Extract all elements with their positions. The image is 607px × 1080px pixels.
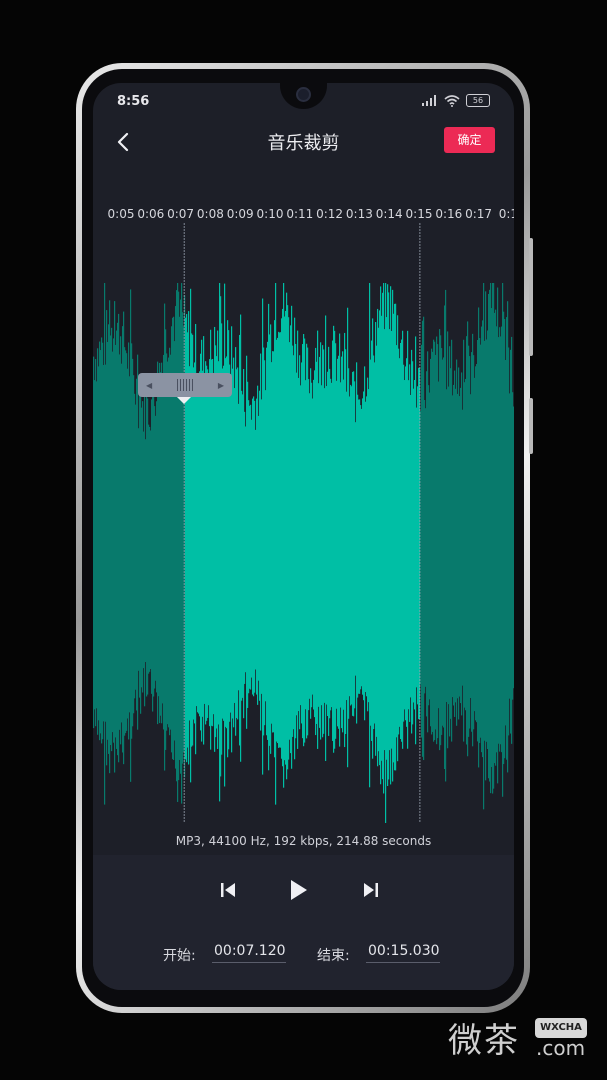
- playback-panel: 开始: 00:07.120 结束: 00:15.030: [93, 855, 514, 990]
- play-button[interactable]: [283, 875, 313, 905]
- timeline-tick: 0:12: [316, 207, 344, 221]
- status-icons: 56: [422, 94, 490, 107]
- battery-icon: 56: [466, 94, 490, 107]
- skip-next-icon: [364, 883, 378, 897]
- start-time-label: 开始:: [163, 948, 196, 964]
- status-time: 8:56: [117, 94, 150, 109]
- play-icon: [291, 880, 307, 900]
- waveform-bar: [513, 406, 514, 689]
- front-camera: [296, 87, 311, 102]
- timeline-tick: 0:05: [107, 207, 135, 221]
- timeline-tick: 0:07: [167, 207, 195, 221]
- watermark-suffix: .com: [536, 1036, 586, 1060]
- timeline-tick: 0:1: [498, 207, 514, 221]
- skip-previous-icon: [221, 883, 235, 897]
- timeline-tick: 0:13: [345, 207, 373, 221]
- app-screen: 8:56 56 音乐裁剪 确定 0:05 0:06 0:07 0:08 0:09…: [93, 83, 514, 990]
- confirm-button[interactable]: 确定: [444, 127, 495, 153]
- next-button[interactable]: [356, 875, 386, 905]
- nav-bar: 音乐裁剪 确定: [93, 123, 514, 163]
- timeline-tick: 0:16: [435, 207, 463, 221]
- waveform[interactable]: [93, 223, 514, 823]
- timeline-tick: 0:06: [137, 207, 165, 221]
- timeline-tick: 0:08: [196, 207, 224, 221]
- start-trim-handle[interactable]: ◀ ▶: [138, 373, 232, 397]
- start-time-input[interactable]: 00:07.120: [212, 943, 286, 963]
- timeline-tick: 0:09: [226, 207, 254, 221]
- start-marker-pointer: [177, 397, 191, 404]
- timeline-tick: 0:17: [465, 207, 493, 221]
- watermark-badge: WXCHA: [535, 1018, 587, 1038]
- power-button: [529, 398, 533, 454]
- timeline-tick: 0:11: [286, 207, 314, 221]
- timeline-tick: 0:15: [405, 207, 433, 221]
- signal-icon: [422, 95, 436, 106]
- wifi-icon: [444, 94, 460, 107]
- grip-icon: [177, 379, 193, 391]
- waveform-area[interactable]: ◀ ▶ ◀ ▶: [93, 223, 514, 940]
- timeline-tick: 0:14: [375, 207, 403, 221]
- timeline-tick: 0:10: [256, 207, 284, 221]
- end-time-input[interactable]: 00:15.030: [366, 943, 440, 963]
- audio-info: MP3, 44100 Hz, 192 kbps, 214.88 seconds: [175, 834, 432, 848]
- arrow-left-icon: ◀: [146, 380, 153, 390]
- arrow-right-icon: ▶: [217, 380, 224, 390]
- end-time-label: 结束:: [317, 948, 350, 964]
- volume-button: [529, 238, 533, 356]
- prev-button[interactable]: [213, 875, 243, 905]
- battery-level: 56: [472, 96, 484, 105]
